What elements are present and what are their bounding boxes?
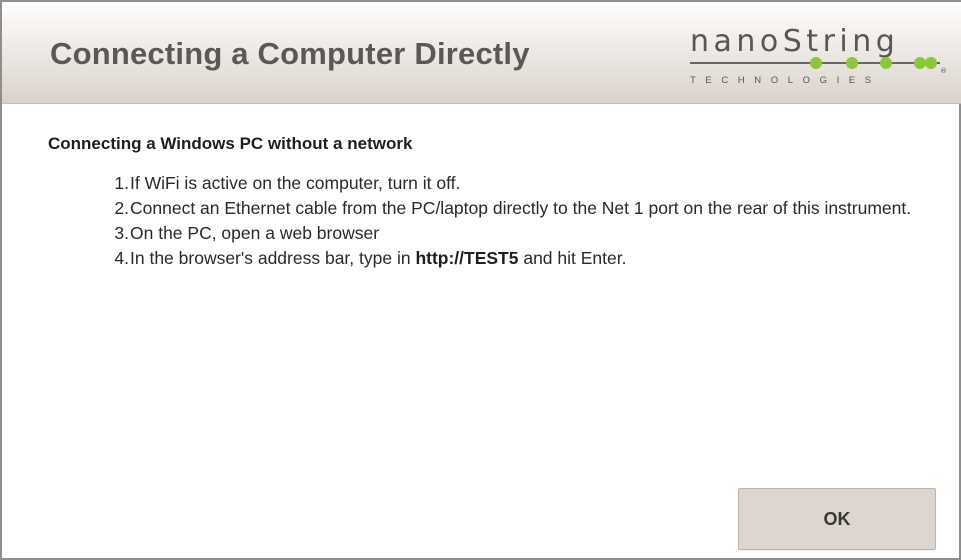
logo-dots-icon: ®: [810, 57, 947, 74]
instruction-step-3: 3. On the PC, open a web browser: [114, 221, 928, 245]
section-heading: Connecting a Windows PC without a networ…: [48, 134, 413, 153]
step-text-after: and hit Enter.: [518, 248, 627, 268]
logo-subtitle: TECHNOLOGIES: [690, 75, 881, 86]
step-number: 1.: [114, 173, 129, 193]
address-url: http://TEST5: [415, 248, 519, 268]
step-text: On the PC, open a web browser: [130, 223, 380, 243]
instruction-step-1: 1. If WiFi is active on the computer, tu…: [114, 171, 928, 195]
step-text: In the browser's address bar, type in ht…: [130, 248, 626, 268]
dialog-title: Connecting a Computer Directly: [50, 36, 530, 71]
step-text: If WiFi is active on the computer, turn …: [130, 173, 461, 193]
nanostring-logo: nanoString ® TECHNOLOGIES: [686, 18, 951, 98]
step-number: 3.: [114, 223, 129, 243]
step-number: 2.: [114, 198, 129, 218]
ok-button[interactable]: OK: [738, 488, 936, 550]
instruction-step-4: 4. In the browser's address bar, type in…: [114, 246, 928, 270]
step-number: 4.: [114, 248, 129, 268]
step-text-before: In the browser's address bar, type in: [130, 248, 416, 268]
dialog-content: Connecting a Windows PC without a networ…: [48, 134, 928, 271]
instruction-step-2: 2. Connect an Ethernet cable from the PC…: [114, 196, 928, 220]
instruction-list: 1. If WiFi is active on the computer, tu…: [48, 171, 928, 270]
connect-computer-dialog: Connecting a Computer Directly nanoStrin…: [0, 0, 961, 560]
logo-registered-mark: ®: [940, 67, 947, 74]
step-text: Connect an Ethernet cable from the PC/la…: [130, 198, 912, 218]
dialog-header: Connecting a Computer Directly nanoStrin…: [2, 2, 961, 104]
